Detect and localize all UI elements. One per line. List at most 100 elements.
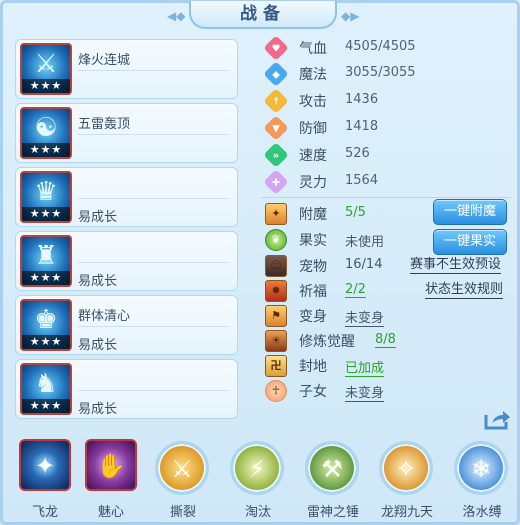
status-fief: 卍 封地 已加成 bbox=[265, 354, 515, 378]
share-icon[interactable] bbox=[483, 407, 511, 431]
battle-prep-panel: 战备 ◀◆ ◆▶ ⚔ ★★★ 烽火连城 ☯ ★★★ 五雷轰顶 ♛ ★★★ 易成长… bbox=[0, 0, 520, 525]
star-rating: ★★★ bbox=[22, 399, 70, 413]
status-label: 变身 bbox=[299, 309, 327, 325]
status-label: 宠物 bbox=[299, 259, 327, 275]
equip-name: 易成长 bbox=[78, 274, 118, 289]
status-value[interactable]: 未变身 bbox=[345, 307, 385, 327]
water-bind-icon: ❄ bbox=[470, 455, 492, 483]
heart-icon: ♥ bbox=[263, 35, 289, 61]
divider-line bbox=[78, 198, 229, 199]
attr-hp: ♥ 气血 4505/4505 bbox=[263, 35, 445, 61]
title-right-ornament-icon: ◆▶ bbox=[341, 9, 360, 23]
star-rating: ★★★ bbox=[22, 143, 70, 157]
panel-title: 战备 bbox=[189, 1, 337, 29]
sword-icon: ⚡ bbox=[248, 455, 266, 483]
status-rules-link[interactable]: 状态生效规则 bbox=[425, 282, 504, 299]
divider-line bbox=[78, 70, 229, 71]
transform-icon: ⚑ bbox=[265, 305, 287, 327]
attr-value: 1418 bbox=[345, 119, 379, 134]
equip-subname: 易成长 bbox=[78, 338, 118, 353]
star-rating: ★★★ bbox=[22, 335, 70, 349]
blessing-icon: ✹ bbox=[265, 280, 287, 302]
equip-icon-6: ♞ ★★★ bbox=[20, 363, 72, 415]
skill-name: 洛水缚 bbox=[462, 505, 502, 520]
attr-speed: » 速度 526 bbox=[263, 142, 445, 168]
one-key-fruit-button[interactable]: 一键果实 bbox=[433, 229, 507, 255]
one-key-enchant-button[interactable]: 一键附魔 bbox=[433, 199, 507, 225]
status-value: 16/14 bbox=[345, 257, 383, 272]
enchant-icon: ✦ bbox=[265, 203, 287, 225]
skill-name: 龙翔九天 bbox=[380, 505, 433, 520]
equip-row-1[interactable]: ⚔ ★★★ 烽火连城 bbox=[15, 39, 238, 99]
fruit-icon: ❦ bbox=[265, 229, 287, 251]
skill-icon-circle: ❄ bbox=[454, 441, 508, 495]
skill-longxiang[interactable]: ✧ 龙翔九天 bbox=[379, 439, 435, 525]
panel-title-text: 战备 bbox=[240, 4, 286, 24]
skill-name: 雷神之锤 bbox=[306, 505, 359, 520]
attr-attack: ↑ 攻击 1436 bbox=[263, 88, 445, 114]
equip-name: 易成长 bbox=[78, 210, 118, 225]
equip-icon-4: ♜ ★★★ bbox=[20, 235, 72, 287]
attr-label: 速度 bbox=[299, 148, 327, 164]
equip-icon-2: ☯ ★★★ bbox=[20, 107, 72, 159]
equip-glyph-icon: ♜ bbox=[34, 241, 58, 271]
equip-row-5[interactable]: ♚ ★★★ 群体清心 易成长 bbox=[15, 295, 238, 355]
equip-row-6[interactable]: ♞ ★★★ 易成长 bbox=[15, 359, 238, 419]
attr-label: 防御 bbox=[299, 121, 327, 137]
divider-line bbox=[78, 390, 229, 391]
skill-icon-circle: ✧ bbox=[379, 441, 433, 495]
equip-glyph-icon: ⚔ bbox=[34, 49, 58, 79]
attr-label: 攻击 bbox=[299, 94, 327, 110]
attr-value: 1436 bbox=[345, 92, 379, 107]
skill-icon-box: ✦ bbox=[19, 439, 71, 491]
status-value[interactable]: 已加成 bbox=[345, 357, 385, 377]
dragon-icon: ✦ bbox=[34, 452, 56, 480]
skill-taotai[interactable]: ⚡ 淘汰 bbox=[230, 439, 286, 525]
equip-name: 群体清心 bbox=[78, 309, 131, 324]
equip-glyph-icon: ♛ bbox=[34, 177, 58, 207]
fief-icon: 卍 bbox=[265, 355, 287, 377]
skill-silie[interactable]: ⚔ 撕裂 bbox=[155, 439, 211, 525]
status-cultivation: ☀ 修炼觉醒 8/8 bbox=[265, 329, 515, 353]
event-preset-link[interactable]: 赛事不生效预设 bbox=[410, 257, 502, 274]
pet-icon: ☺ bbox=[265, 255, 287, 277]
skill-luoshui[interactable]: ❄ 洛水缚 bbox=[454, 439, 510, 525]
skill-icon-circle: ⚡ bbox=[230, 441, 284, 495]
shield-icon: ▼ bbox=[263, 115, 289, 141]
skill-leishen[interactable]: ⚒ 雷神之锤 bbox=[305, 439, 361, 525]
divider-line bbox=[78, 326, 229, 327]
attack-icon: ↑ bbox=[263, 88, 289, 114]
mana-icon: ◆ bbox=[263, 61, 289, 87]
equip-row-4[interactable]: ♜ ★★★ 易成长 bbox=[15, 231, 238, 291]
status-label: 附魔 bbox=[299, 207, 327, 223]
equip-icon-1: ⚔ ★★★ bbox=[20, 43, 72, 95]
status-value[interactable]: 8/8 bbox=[375, 332, 396, 348]
equip-glyph-icon: ♚ bbox=[34, 305, 58, 335]
equip-name: 五雷轰顶 bbox=[78, 117, 131, 132]
cultivation-icon: ☀ bbox=[265, 330, 287, 352]
speed-icon: » bbox=[263, 142, 289, 168]
equip-icon-5: ♚ ★★★ bbox=[20, 299, 72, 351]
skill-name: 飞龙 bbox=[31, 505, 58, 520]
equip-row-3[interactable]: ♛ ★★★ 易成长 bbox=[15, 167, 238, 227]
status-value[interactable]: 未变身 bbox=[345, 382, 385, 402]
equip-row-2[interactable]: ☯ ★★★ 五雷轰顶 bbox=[15, 103, 238, 163]
skill-meixin[interactable]: ✋ 魅心 bbox=[83, 439, 139, 525]
spirit-icon: ✚ bbox=[263, 169, 289, 195]
attr-defense: ▼ 防御 1418 bbox=[263, 115, 445, 141]
skill-icon-circle: ⚔ bbox=[155, 441, 209, 495]
attr-value: 3055/3055 bbox=[345, 65, 416, 80]
status-value[interactable]: 2/2 bbox=[345, 282, 366, 298]
attr-label: 魔法 bbox=[299, 67, 327, 83]
flying-dragon-icon: ✧ bbox=[395, 455, 417, 483]
skill-name: 淘汰 bbox=[244, 505, 271, 520]
skill-feilong[interactable]: ✦ 飞龙 bbox=[17, 439, 73, 525]
equip-name: 烽火连城 bbox=[78, 53, 131, 68]
divider-line bbox=[78, 134, 229, 135]
status-value: 未使用 bbox=[345, 235, 385, 250]
status-children: ☥ 子女 未变身 bbox=[265, 379, 515, 403]
status-label: 祈福 bbox=[299, 284, 327, 300]
skill-icon-circle: ⚒ bbox=[305, 441, 359, 495]
attr-spirit: ✚ 灵力 1564 bbox=[263, 169, 445, 195]
star-rating: ★★★ bbox=[22, 207, 70, 221]
